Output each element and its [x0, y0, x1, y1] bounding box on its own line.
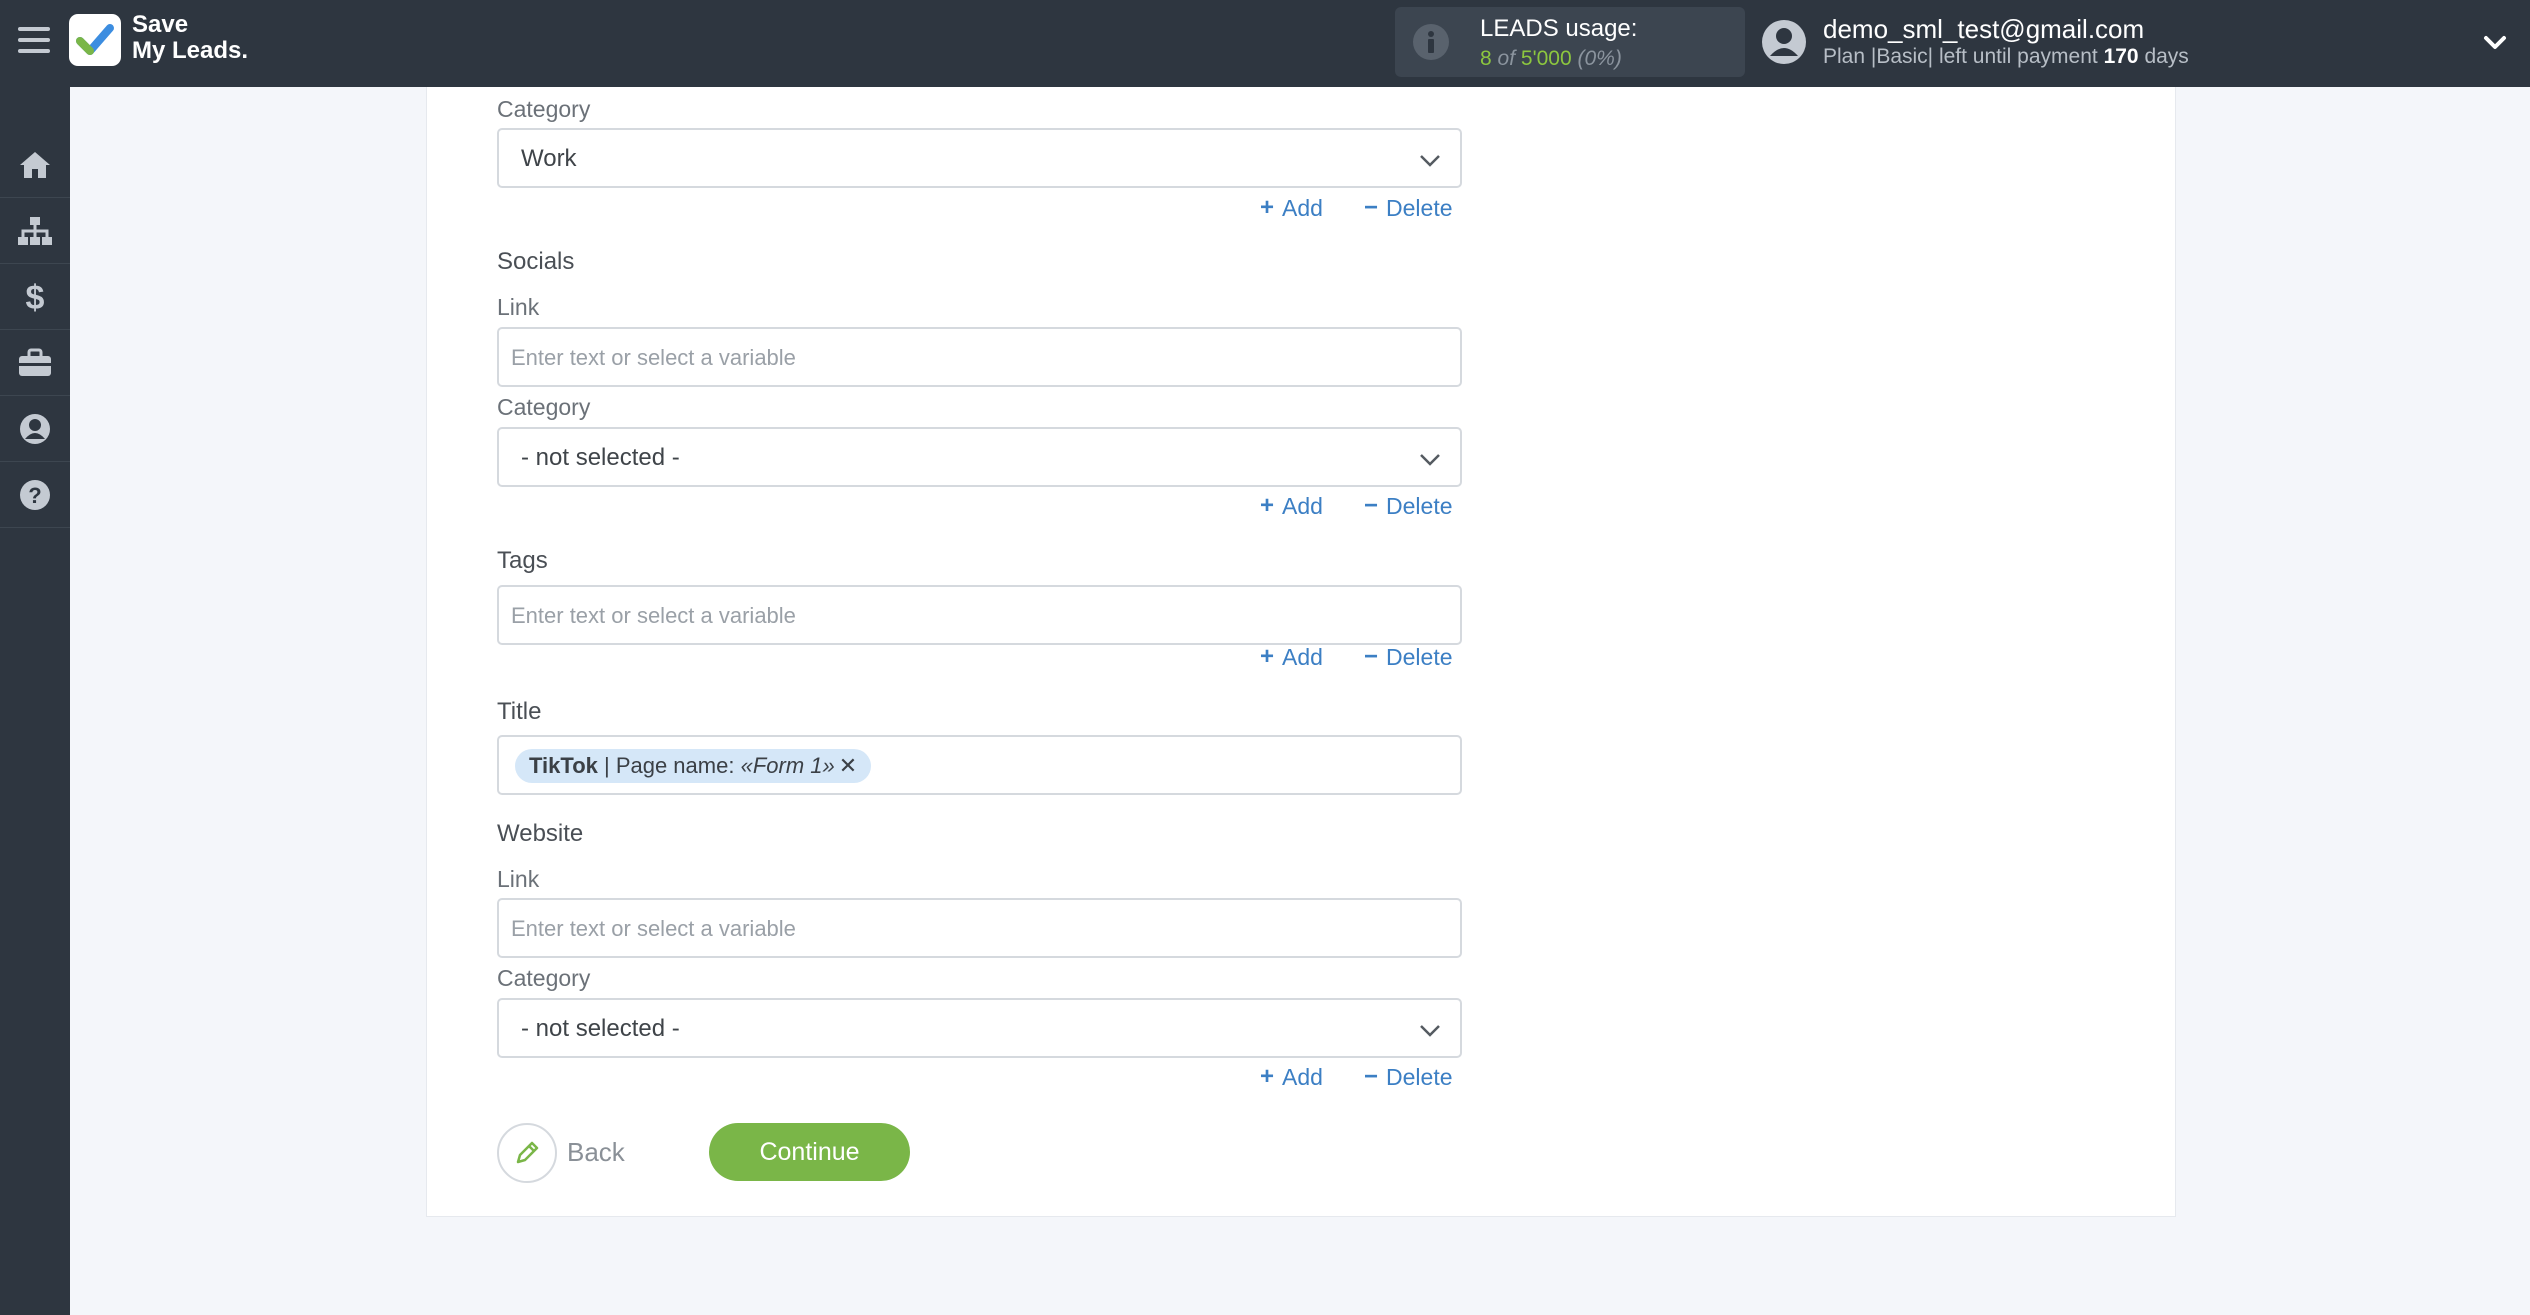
website-category-select[interactable]: - not selected - [497, 998, 1462, 1058]
back-button[interactable] [497, 1123, 557, 1183]
delete-label: Delete [1386, 492, 1453, 519]
dollar-icon: $ [26, 279, 45, 315]
category-label: Category [497, 96, 591, 122]
svg-text:?: ? [28, 483, 41, 508]
home-icon [20, 151, 50, 178]
leads-usage-panel: LEADS usage: 8 of 5'000 (0%) [1395, 7, 1745, 77]
sidebar-item-home[interactable] [0, 132, 70, 198]
title-title: Title [497, 698, 542, 725]
sidebar-item-billing[interactable]: $ [0, 264, 70, 330]
tags-placeholder: Enter text or select a variable [511, 603, 796, 628]
delete-label: Delete [1386, 194, 1453, 221]
delete-button[interactable]: − Delete [1364, 492, 1453, 520]
top-bar: Save My Leads. LEADS usage: 8 of 5'000 (… [0, 0, 2530, 87]
chip-middle: | Page name: [597, 753, 741, 778]
add-label: Add [1282, 643, 1323, 670]
minus-icon: − [1364, 1063, 1379, 1090]
avatar-icon[interactable] [1760, 18, 1808, 66]
website-actions: + Add − Delete [1260, 1063, 1470, 1093]
usage-percent: (0%) [1577, 47, 1622, 70]
chevron-down-icon [1420, 1025, 1440, 1037]
socials-title: Socials [497, 248, 575, 275]
user-plan: Plan |Basic| left until payment 170 days [1823, 45, 2189, 69]
delete-button[interactable]: − Delete [1364, 194, 1453, 222]
briefcase-icon [19, 348, 51, 376]
sidebar-item-profile[interactable] [0, 396, 70, 462]
website-link-label: Link [497, 866, 540, 892]
category-actions: + Add − Delete [1260, 194, 1470, 224]
add-button[interactable]: + Add [1260, 194, 1323, 222]
delete-label: Delete [1386, 643, 1453, 670]
logo-line-1: Save [132, 11, 189, 38]
usage-title: LEADS usage: [1480, 15, 1638, 42]
sidebar-item-tools[interactable] [0, 330, 70, 396]
user-icon [20, 413, 50, 444]
usage-total: 5'000 [1520, 47, 1572, 70]
add-label: Add [1282, 194, 1323, 221]
category-select-value: Work [521, 145, 577, 172]
plus-icon: + [1260, 1063, 1275, 1090]
chevron-down-icon [1420, 155, 1440, 167]
add-label: Add [1282, 1063, 1323, 1090]
usage-value: 8 of 5'000 (0%) [1480, 47, 1622, 71]
info-icon [1413, 24, 1449, 60]
website-category-label: Category [497, 965, 591, 991]
delete-button[interactable]: − Delete [1364, 1063, 1453, 1091]
website-link-placeholder: Enter text or select a variable [511, 916, 796, 941]
tags-title: Tags [497, 547, 548, 574]
add-button[interactable]: + Add [1260, 492, 1323, 520]
usage-of: of [1497, 47, 1516, 70]
socials-actions: + Add − Delete [1260, 492, 1470, 522]
title-input[interactable]: TikTok | Page name: «Form 1» ✕ [497, 735, 1462, 795]
website-title: Website [497, 820, 584, 847]
logo-icon[interactable] [69, 14, 121, 66]
delete-label: Delete [1386, 1063, 1453, 1090]
chip-variable: «Form 1» [740, 753, 835, 778]
website-category-value: - not selected - [521, 1015, 680, 1042]
sidebar-item-connections[interactable] [0, 198, 70, 264]
pencil-icon [516, 1141, 539, 1164]
chevron-down-icon [1420, 454, 1440, 466]
minus-icon: − [1364, 194, 1379, 221]
chip-source: TikTok [529, 753, 598, 778]
minus-icon: − [1364, 643, 1379, 670]
help-icon: ? [20, 479, 50, 510]
sidebar: $ ? [0, 87, 70, 1315]
plan-days: 170 [2103, 45, 2139, 68]
plus-icon: + [1260, 643, 1275, 670]
usage-used: 8 [1480, 47, 1492, 70]
tags-input[interactable]: Enter text or select a variable [497, 585, 1462, 645]
chevron-down-icon[interactable] [2480, 28, 2510, 58]
sitemap-icon [18, 216, 52, 245]
user-email[interactable]: demo_sml_test@gmail.com [1823, 14, 2144, 45]
add-button[interactable]: + Add [1260, 1063, 1323, 1091]
socials-category-value: - not selected - [521, 444, 680, 471]
socials-category-select[interactable]: - not selected - [497, 427, 1462, 487]
logo-line-2: My Leads. [132, 37, 249, 64]
plan-prefix: Plan |Basic| left until payment [1823, 45, 2098, 68]
website-link-input[interactable]: Enter text or select a variable [497, 898, 1462, 958]
socials-link-label: Link [497, 294, 540, 320]
continue-button[interactable]: Continue [709, 1123, 910, 1181]
back-label[interactable]: Back [567, 1137, 625, 1168]
menu-icon[interactable] [18, 27, 50, 57]
add-button[interactable]: + Add [1260, 643, 1323, 671]
tags-actions: + Add − Delete [1260, 643, 1470, 673]
socials-category-label: Category [497, 394, 591, 420]
plan-suffix: days [2144, 45, 2189, 68]
close-icon[interactable]: ✕ [839, 753, 857, 778]
plus-icon: + [1260, 194, 1275, 221]
variable-chip[interactable]: TikTok | Page name: «Form 1» ✕ [515, 749, 872, 783]
category-select[interactable]: Work [497, 128, 1462, 188]
socials-link-input[interactable]: Enter text or select a variable [497, 327, 1462, 387]
add-label: Add [1282, 492, 1323, 519]
plus-icon: + [1260, 492, 1275, 519]
svg-text:$: $ [26, 279, 45, 315]
socials-link-placeholder: Enter text or select a variable [511, 345, 796, 370]
delete-button[interactable]: − Delete [1364, 643, 1453, 671]
logo-text[interactable]: Save My Leads. [132, 12, 248, 64]
sidebar-item-help[interactable]: ? [0, 462, 70, 528]
minus-icon: − [1364, 492, 1379, 519]
